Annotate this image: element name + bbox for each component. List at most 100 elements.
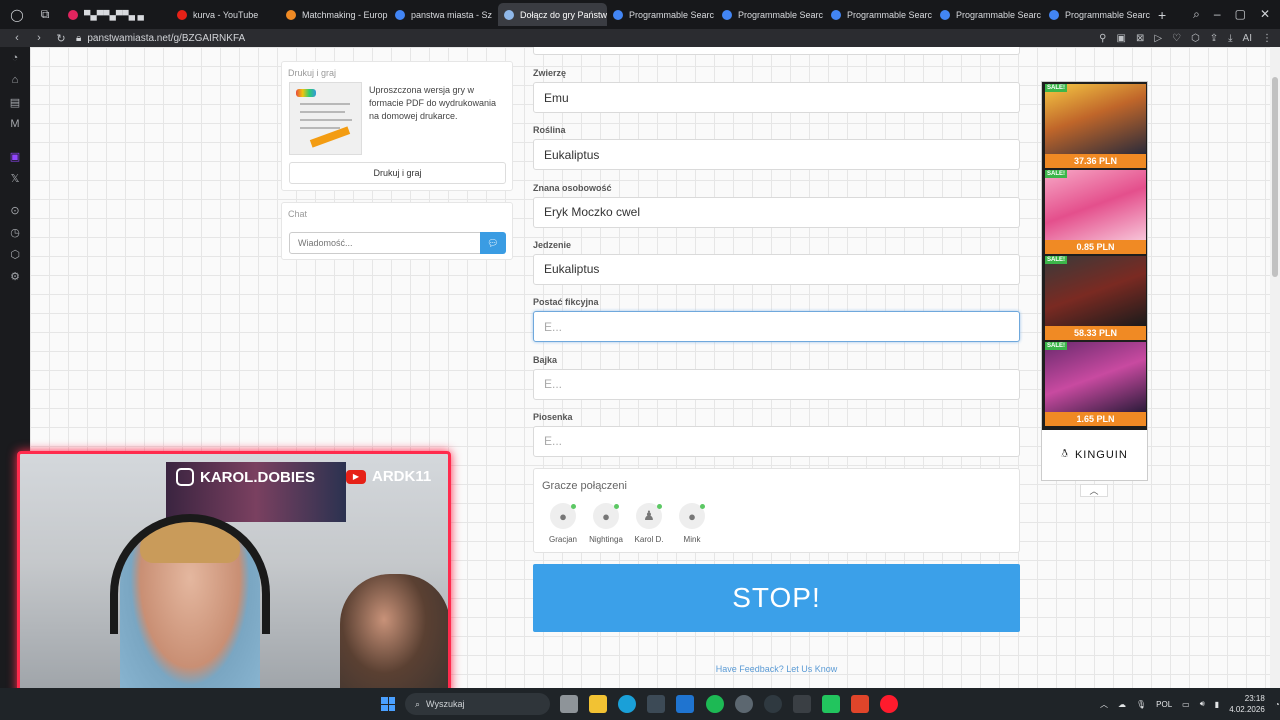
answer-input[interactable]: Emu [533,82,1020,113]
youtube-handle: ▶ ARDK11 [346,468,431,485]
back-icon[interactable]: ‹ [12,32,22,44]
new-tab-icon[interactable]: + [1158,7,1166,23]
answer-input[interactable]: E... [533,425,1020,457]
store-icon[interactable] [647,695,665,713]
kinguin-ad[interactable]: SALE! 37.36 PLN SALE! 0.85 PLN SALE! 58.… [1041,81,1148,481]
print-and-play-button[interactable]: Drukuj i graj [289,162,506,184]
browser-tab[interactable]: Programmable Searc [716,3,825,26]
browser-tab[interactable]: ▀▄▀▀▄▀▀▄ ▄ [62,3,171,26]
clock[interactable]: 23:18 4.02.2026 [1229,693,1265,715]
x-icon[interactable]: 𝕏 [0,167,30,189]
browser-tab[interactable]: Programmable Searc [1043,3,1152,26]
search-tabs-icon[interactable]: ⌕ [1193,7,1200,22]
ad-item[interactable]: SALE! 0.85 PLN [1045,170,1146,254]
browser-tab[interactable]: Programmable Searc [934,3,1043,26]
apps-icon[interactable]: ⌂ [0,69,30,91]
tab-favicon-icon [940,9,950,20]
cloud-icon[interactable]: ☁ [1118,700,1126,709]
page-scrollbar[interactable] [1270,47,1280,688]
browser-tab[interactable]: panstwa miasta - Sz [389,3,498,26]
network-icon[interactable]: ▭ [1182,700,1190,709]
taskbar-search[interactable]: ⌕ Wyszukaj [405,693,550,715]
settings-icon[interactable]: ⚙ [0,265,30,287]
messenger-icon[interactable]: M [0,113,30,135]
online-dot-icon [700,504,705,509]
extensions-icon[interactable]: ⬡ [1191,33,1200,44]
app-icon[interactable] [793,695,811,713]
feedback-link[interactable]: Have Feedback? Let Us Know [533,664,1020,674]
pin-icon[interactable]: ⚲ [1099,33,1106,44]
start-button-icon[interactable] [381,697,395,711]
opera-gx-icon[interactable] [880,695,898,713]
share-icon[interactable]: ⇪ [1210,33,1218,44]
play-icon[interactable]: ▷ [1154,33,1162,44]
scroll-thumb[interactable] [1272,77,1278,277]
browser-tab[interactable]: Programmable Searc [607,3,716,26]
notifications-icon[interactable]: ◔ [1275,700,1280,709]
extensions-sidebar-icon[interactable]: ⬡ [0,243,30,265]
close-icon[interactable]: ✕ [1260,7,1270,22]
messenger-app-icon[interactable] [822,695,840,713]
ai-icon[interactable]: AI [1243,33,1252,44]
steam-icon[interactable] [764,695,782,713]
tab-menu-icon[interactable]: ⧉ [34,4,56,26]
player-icon[interactable]: ⊙ [0,199,30,221]
adblock-icon[interactable]: ⊠ [1136,33,1144,44]
aria-icon[interactable]: ◔ [0,47,30,69]
maximize-icon[interactable]: ▢ [1235,7,1246,22]
ad-collapse-button[interactable]: ︿ [1080,484,1108,497]
chevron-up-tray-icon[interactable]: ︿ [1100,699,1108,710]
twitch-icon[interactable]: ▣ [0,145,30,167]
browser-tab[interactable]: Programmable Searc [825,3,934,26]
answer-input[interactable]: Eryk Moczko cwel [533,196,1020,228]
browser-tab[interactable]: kurva - YouTube [171,3,280,26]
ad-item[interactable]: SALE! 37.36 PLN [1045,84,1146,168]
reload-icon[interactable]: ↻ [56,32,66,45]
online-dot-icon [614,504,619,509]
file-explorer-icon[interactable] [589,695,607,713]
kinguin-logo[interactable]: 🐧︎ KINGUIN [1042,430,1147,480]
task-view-icon[interactable] [560,695,578,713]
kinguin-penguin-icon: 🐧︎ [1061,448,1069,460]
settings-app-icon[interactable] [735,695,753,713]
youtube-icon: ▶ [346,469,366,484]
battery-icon[interactable]: ▮ [1215,700,1219,709]
edge-icon[interactable] [618,695,636,713]
chat-message-input[interactable] [289,232,481,254]
download-icon[interactable]: ⤓ [1228,33,1232,44]
volume-icon[interactable]: 🔊︎ [1200,699,1205,709]
ad-item[interactable]: SALE! 58.33 PLN [1045,256,1146,340]
language-indicator[interactable]: POL [1156,700,1172,709]
menu-icon[interactable]: ⋮ [1262,33,1272,44]
sidebar-divider-2 [0,189,30,199]
snapshot-icon[interactable]: ▣ [1116,33,1125,44]
tab-favicon-icon [286,9,296,20]
clock-time: 23:18 [1244,694,1265,703]
answer-input[interactable]: E... [533,368,1020,400]
history-icon[interactable]: ◷ [0,221,30,243]
browser-tab[interactable]: Matchmaking - Europ [280,3,389,26]
field-label: Roślina [533,125,566,136]
tab-label: Matchmaking - Europ [302,9,388,20]
ad-item[interactable]: SALE! 1.65 PLN [1045,342,1146,426]
forward-icon[interactable]: › [34,32,44,44]
stop-button[interactable]: STOP! [533,564,1020,632]
tab-favicon-icon [504,9,514,20]
workspaces-icon[interactable]: ▤ [0,91,30,113]
spotify-icon[interactable] [706,695,724,713]
heart-icon[interactable]: ♡ [1172,33,1181,44]
search-icon: ⌕ [415,698,421,709]
answer-input[interactable]: Eukaliptus [533,253,1020,285]
minimize-icon[interactable]: – [1214,7,1221,22]
answer-input[interactable]: Eukaliptus [533,139,1020,171]
chat-send-button[interactable]: 💬︎ [480,232,506,254]
brave-icon[interactable] [851,695,869,713]
opera-logo-icon[interactable]: ◯ [6,4,28,26]
mic-icon[interactable]: 🎙︎ [1136,700,1146,709]
tab-label: Programmable Searc [847,9,933,20]
url-field[interactable]: 🔒︎ panstwamiasta.net/g/BZGAIRNKFA [76,33,245,44]
answer-input[interactable]: E... [533,311,1020,343]
pdf-thumbnail-image[interactable] [289,82,362,155]
outlook-icon[interactable] [676,695,694,713]
browser-tab[interactable]: Dołącz do gry Państwa M [498,3,607,26]
